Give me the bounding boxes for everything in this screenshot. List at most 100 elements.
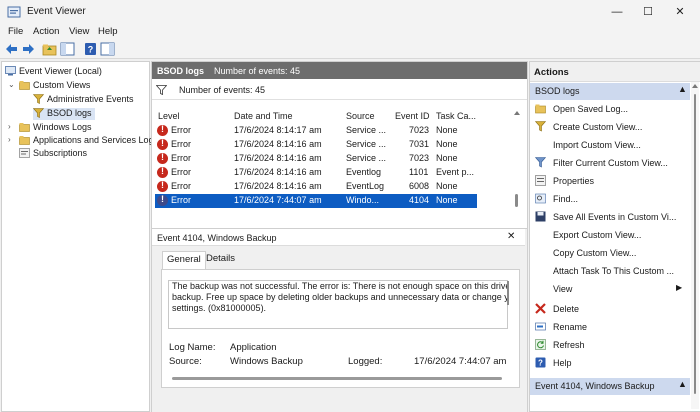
events-pane: BSOD logs Number of events: 45 Number of… (151, 61, 528, 412)
actions-pane: Actions BSOD logs ▲ Open Saved Log... Cr… (529, 61, 700, 412)
logged-label: Logged: (348, 356, 383, 367)
refresh-icon (535, 339, 546, 350)
table-row[interactable]: Error 17/6/2024 8:14:16 am EventLog 6008… (155, 180, 477, 194)
message-scroll-thumb[interactable] (507, 281, 509, 305)
source-label: Source: (169, 356, 202, 367)
action-copy-custom-view[interactable]: Copy Custom View... (530, 245, 690, 261)
column-header-task-category[interactable]: Task Ca... (436, 111, 476, 121)
event-detail-title: Event 4104, Windows Backup (157, 233, 277, 243)
rename-icon (535, 322, 546, 331)
close-detail-icon[interactable]: ✕ (507, 231, 515, 242)
show-hide-tree-icon[interactable] (60, 42, 75, 56)
actions-title-bar: Actions (530, 62, 700, 82)
menu-bar: File Action View Help (0, 24, 700, 40)
action-import-custom-view[interactable]: Import Custom View... (530, 137, 690, 153)
column-header-date-time[interactable]: Date and Time (234, 111, 293, 121)
title-bar: Event Viewer — ☐ ✕ (0, 0, 700, 24)
menu-action[interactable]: Action (33, 26, 59, 37)
message-line: The backup was not successful. The error… (172, 281, 508, 291)
source-value: Windows Backup (230, 356, 303, 367)
expanded-chevron-icon[interactable]: ⌄ (8, 80, 15, 89)
close-window-button[interactable]: ✕ (667, 3, 693, 21)
actions-section-event-4104[interactable]: Event 4104, Windows Backup ▲ (530, 378, 690, 395)
scroll-up-arrow-icon[interactable] (692, 84, 698, 88)
filter-bar: Number of events: 45 (152, 81, 527, 100)
submenu-arrow-icon: ▶ (676, 283, 683, 292)
events-vertical-scrollbar[interactable] (512, 111, 522, 231)
table-row[interactable]: Error 17/6/2024 8:14:16 am Service ... 7… (155, 152, 477, 166)
logged-value: 17/6/2024 7:44:07 am (414, 356, 507, 367)
properties-icon (535, 175, 546, 186)
collapse-up-icon[interactable]: ▲ (678, 379, 687, 389)
menu-help[interactable]: Help (98, 26, 118, 37)
table-row[interactable]: Error 17/6/2024 8:14:16 am Service ... 7… (155, 138, 477, 152)
event-viewer-app-icon (7, 6, 21, 18)
back-arrow-icon[interactable] (4, 42, 19, 56)
filter-funnel-icon (535, 121, 546, 132)
scroll-thumb[interactable] (694, 94, 696, 394)
filter-event-count: Number of events: 45 (179, 85, 266, 95)
tab-details[interactable]: Details (204, 251, 237, 271)
action-refresh[interactable]: Refresh (530, 337, 690, 353)
action-attach-task[interactable]: Attach Task To This Custom ... (530, 263, 690, 279)
tree-item-bsod-logs[interactable]: BSOD logs (33, 108, 95, 120)
column-header-level[interactable]: Level (158, 111, 180, 121)
svg-text:?: ? (538, 359, 543, 368)
action-rename[interactable]: Rename (530, 319, 690, 335)
show-hide-action-pane-icon[interactable] (100, 42, 115, 56)
scroll-up-arrow-icon[interactable] (514, 111, 520, 115)
error-icon (157, 124, 168, 136)
detail-horizontal-scrollbar[interactable] (172, 377, 502, 380)
action-create-custom-view[interactable]: Create Custom View... (530, 119, 690, 135)
collapse-up-icon[interactable]: ▲ (678, 84, 687, 94)
table-row-selected[interactable]: Error 17/6/2024 7:44:07 am Windo... 4104… (155, 194, 477, 208)
action-find[interactable]: Find... (530, 191, 690, 207)
forward-arrow-icon[interactable] (21, 42, 36, 56)
find-icon (535, 193, 546, 204)
column-header-source[interactable]: Source (346, 111, 375, 121)
computer-log-icon (5, 66, 16, 76)
action-delete[interactable]: Delete (530, 301, 690, 317)
action-help[interactable]: ? Help (530, 355, 690, 371)
filter-funnel-icon (535, 157, 546, 168)
filter-funnel-icon (33, 94, 44, 104)
filter-funnel-icon (156, 85, 167, 95)
action-export-custom-view[interactable]: Export Custom View... (530, 227, 690, 243)
menu-file[interactable]: File (8, 26, 23, 37)
table-row[interactable]: Error 17/6/2024 8:14:16 am Eventlog 1101… (155, 166, 477, 180)
svg-text:?: ? (88, 45, 94, 55)
help-icon[interactable]: ? (83, 42, 98, 56)
toolbar: ? (0, 40, 700, 59)
table-row[interactable]: Error 17/6/2024 8:14:17 am Service ... 7… (155, 124, 477, 138)
action-open-saved-log[interactable]: Open Saved Log... (530, 101, 690, 117)
event-detail-panel: Event 4104, Windows Backup ✕ General Det… (152, 228, 527, 412)
actions-title: Actions (534, 67, 569, 78)
action-properties[interactable]: Properties (530, 173, 690, 189)
folder-up-icon[interactable] (42, 42, 57, 56)
event-message-box[interactable]: The backup was not successful. The error… (168, 280, 508, 329)
open-folder-icon (535, 104, 546, 114)
help-icon: ? (535, 357, 546, 368)
error-icon (157, 152, 168, 164)
error-icon (157, 180, 168, 192)
folder-icon (19, 81, 30, 90)
event-detail-header: Event 4104, Windows Backup ✕ (152, 229, 525, 246)
minimize-button[interactable]: — (604, 3, 630, 21)
action-filter-current-custom-view[interactable]: Filter Current Custom View... (530, 155, 690, 171)
log-name-value: Application (230, 342, 277, 353)
maximize-button[interactable]: ☐ (635, 3, 661, 21)
actions-section-bsod-logs[interactable]: BSOD logs ▲ (530, 83, 690, 100)
console-tree: Event Viewer (Local) ⌄ Custom Views Admi… (1, 61, 158, 412)
collapsed-chevron-icon[interactable]: › (8, 122, 11, 131)
action-save-all-events[interactable]: Save All Events in Custom Vi... (530, 209, 690, 225)
collapsed-chevron-icon[interactable]: › (8, 135, 11, 144)
actions-vertical-scrollbar[interactable] (691, 82, 699, 409)
menu-view[interactable]: View (69, 26, 89, 37)
window-title: Event Viewer (27, 6, 86, 17)
save-disk-icon (535, 211, 546, 222)
scroll-thumb[interactable] (515, 194, 518, 207)
error-icon (157, 194, 168, 206)
action-view[interactable]: View ▶ (530, 281, 690, 297)
column-header-event-id[interactable]: Event ID (395, 111, 430, 121)
log-name-label: Log Name: (169, 342, 216, 353)
